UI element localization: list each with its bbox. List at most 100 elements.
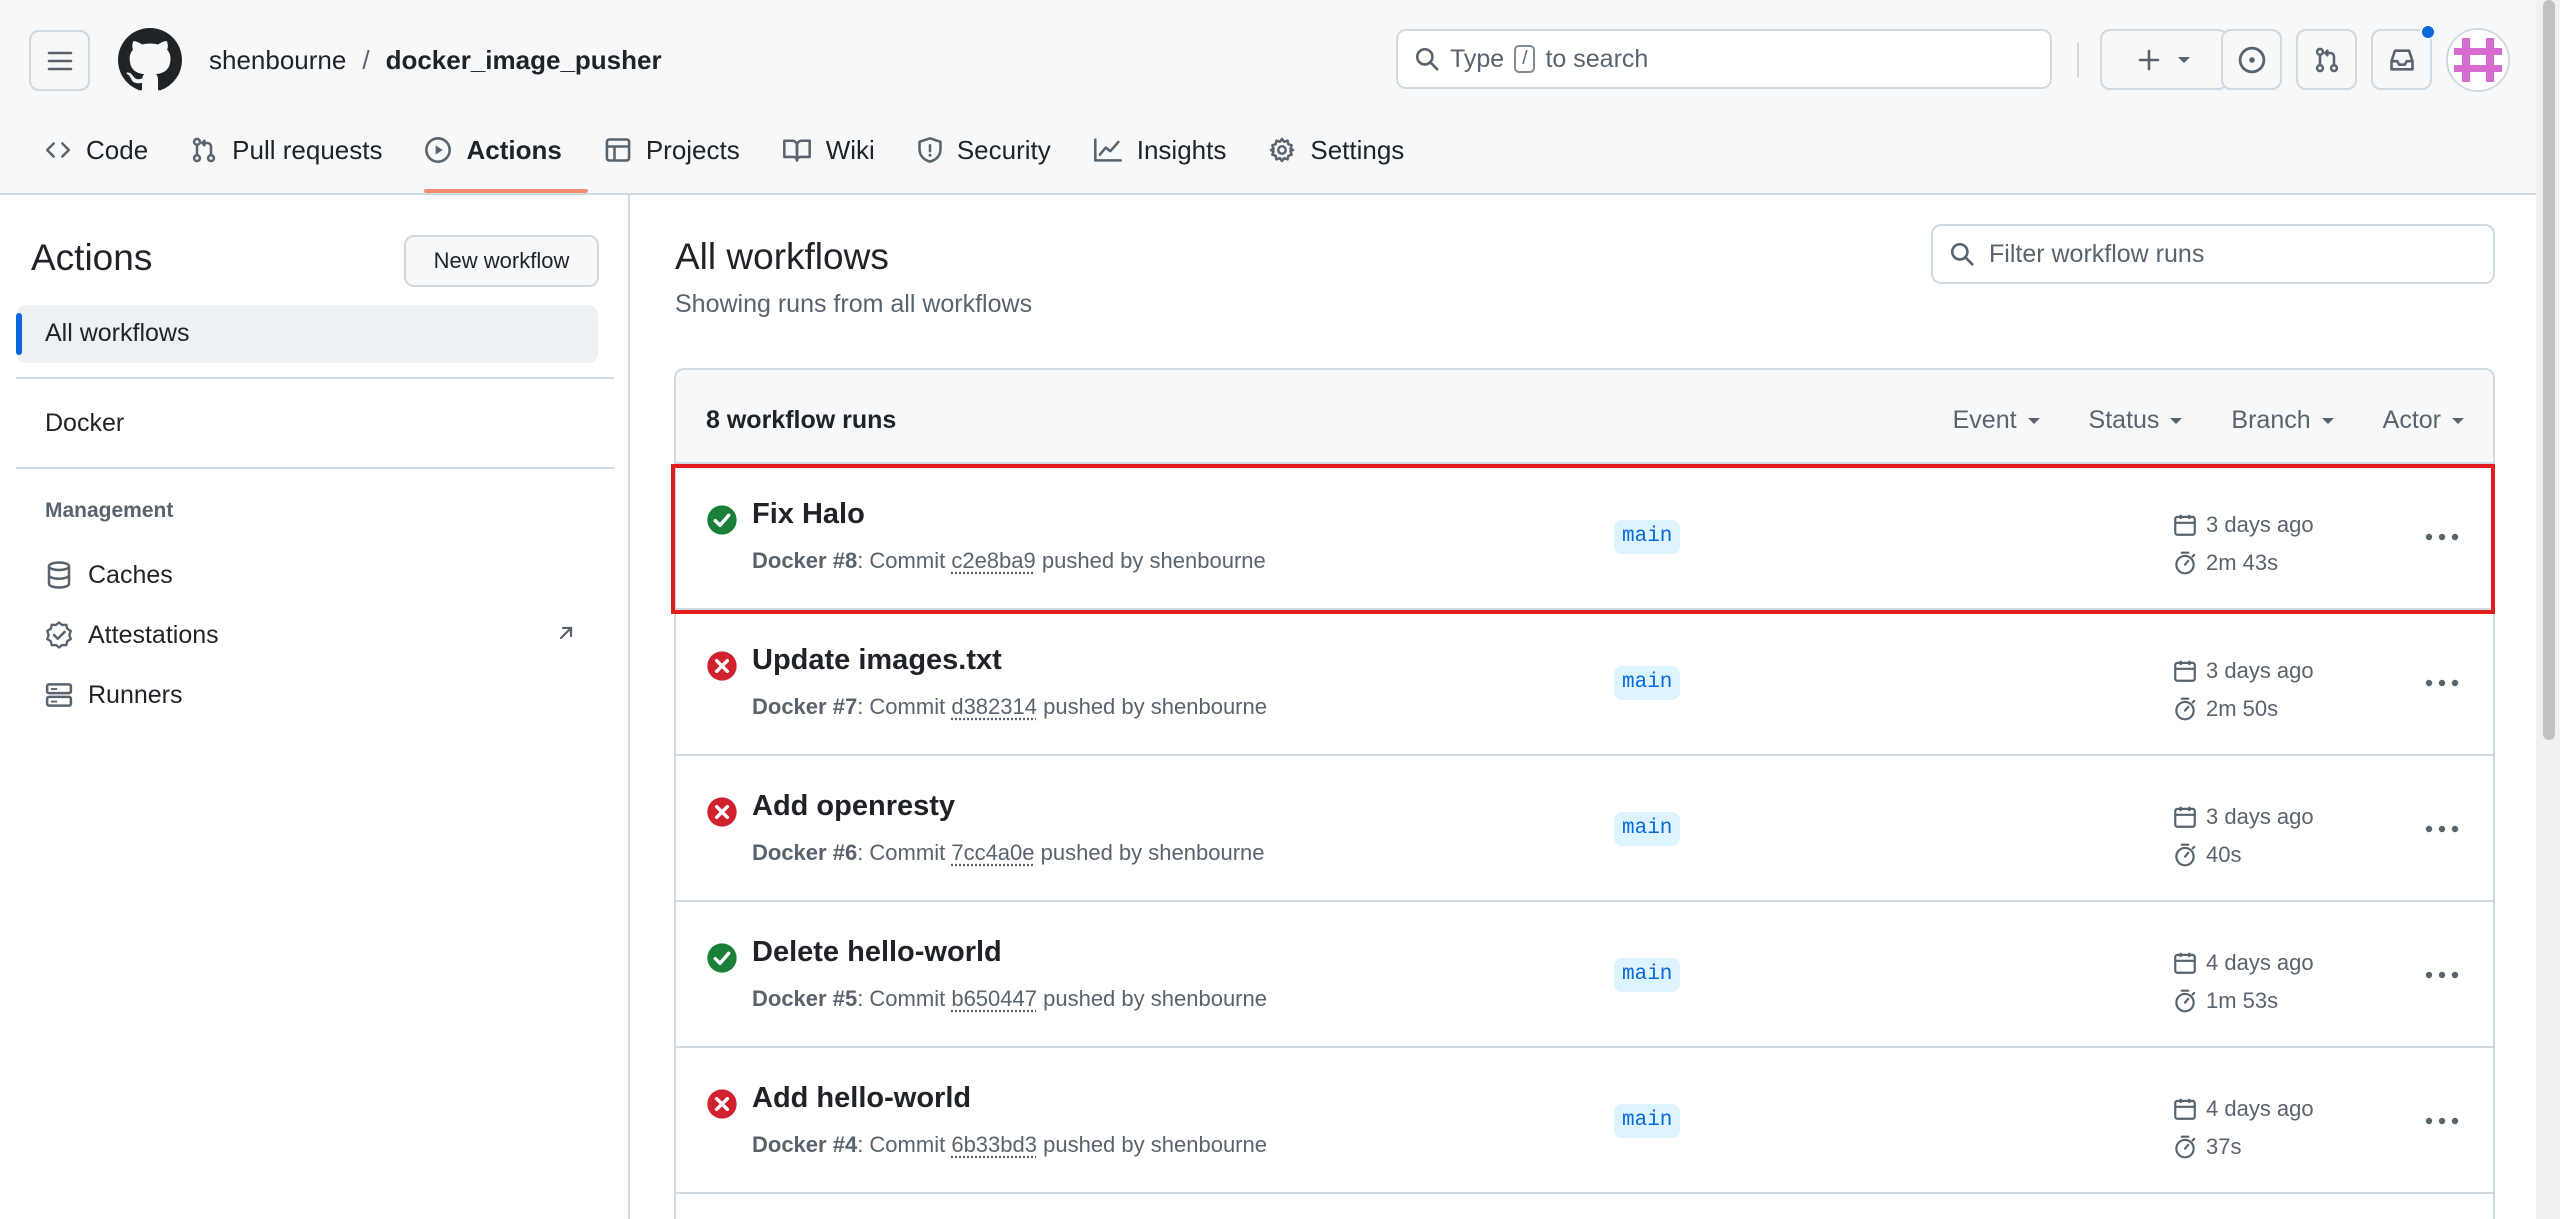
run-duration: 1m 53s bbox=[2172, 982, 2314, 1020]
sidebar-item-label: Attestations bbox=[88, 621, 219, 650]
search-icon bbox=[1949, 241, 1975, 267]
tab-pull-requests[interactable]: Pull requests bbox=[176, 126, 396, 174]
run-duration-text: 37s bbox=[2206, 1134, 2241, 1160]
run-duration-text: 40s bbox=[2206, 842, 2241, 868]
search-icon bbox=[1414, 46, 1440, 72]
pushed-by-text: pushed by bbox=[1043, 694, 1145, 719]
workflow-run-row[interactable]: Add openresty Docker #6: Commit 7cc4a0e … bbox=[676, 756, 2493, 902]
tab-wiki[interactable]: Wiki bbox=[768, 126, 889, 174]
runs-list-header: 8 workflow runs Event Status Branch Acto… bbox=[676, 370, 2493, 464]
branch-badge[interactable]: main bbox=[1614, 666, 1680, 700]
runs-count: 8 workflow runs bbox=[706, 406, 896, 435]
commit-sha-link[interactable]: 7cc4a0e bbox=[951, 840, 1034, 865]
workflow-run-row[interactable]: Update images.txt Docker #7: Commit d382… bbox=[676, 610, 2493, 756]
run-date: 4 days ago bbox=[2172, 1090, 2314, 1128]
triangle-down-icon bbox=[2177, 55, 2191, 65]
run-workflow-number: Docker #4 bbox=[752, 1132, 857, 1157]
server-icon bbox=[44, 680, 74, 710]
run-title-link[interactable]: Update images.txt bbox=[752, 644, 1002, 677]
tab-insights[interactable]: Insights bbox=[1079, 126, 1241, 174]
tab-label: Pull requests bbox=[232, 135, 382, 166]
run-duration: 40s bbox=[2172, 836, 2314, 874]
github-logo-icon[interactable] bbox=[118, 28, 182, 92]
commit-sha-link[interactable]: 6b33bd3 bbox=[951, 1132, 1037, 1157]
menu-button[interactable] bbox=[29, 30, 90, 91]
run-timing: 4 days ago 1m 53s bbox=[2172, 944, 2314, 1020]
create-new-button[interactable] bbox=[2100, 29, 2228, 90]
calendar-icon bbox=[2172, 1096, 2198, 1122]
tab-security[interactable]: Security bbox=[903, 126, 1065, 174]
run-meta-colon: : bbox=[857, 986, 869, 1011]
filter-workflow-runs-input[interactable]: Filter workflow runs bbox=[1931, 224, 2495, 284]
run-title-link[interactable]: Add openresty bbox=[752, 790, 955, 823]
run-ago: 4 days ago bbox=[2206, 1096, 2314, 1122]
database-icon bbox=[44, 560, 74, 590]
highlight-box bbox=[671, 464, 2495, 614]
issues-button[interactable] bbox=[2221, 29, 2282, 90]
header-divider bbox=[2077, 42, 2079, 78]
tab-label: Projects bbox=[646, 135, 740, 166]
run-meta: Docker #6: Commit 7cc4a0e pushed by shen… bbox=[752, 840, 1265, 866]
triangle-down-icon bbox=[2027, 416, 2041, 426]
pull-requests-button[interactable] bbox=[2296, 29, 2357, 90]
search-shortcut-key: / bbox=[1514, 45, 1535, 73]
sidebar-item-docker[interactable]: Docker bbox=[45, 409, 124, 438]
sidebar-item-attestations[interactable]: Attestations bbox=[44, 615, 219, 655]
branch-badge[interactable]: main bbox=[1614, 1104, 1680, 1138]
run-author: shenbourne bbox=[1148, 840, 1264, 865]
run-more-button[interactable] bbox=[2422, 1106, 2462, 1136]
tab-label: Insights bbox=[1137, 135, 1227, 166]
run-more-button[interactable] bbox=[2422, 960, 2462, 990]
filter-label: Status bbox=[2089, 406, 2160, 435]
run-title-link[interactable]: Add hello-world bbox=[752, 1082, 971, 1115]
run-more-button[interactable] bbox=[2422, 668, 2462, 698]
active-tab-underline bbox=[424, 189, 588, 193]
triangle-down-icon bbox=[2169, 416, 2183, 426]
tab-settings[interactable]: Settings bbox=[1254, 126, 1418, 174]
branch-badge[interactable]: main bbox=[1614, 812, 1680, 846]
workflow-run-row[interactable]: Add hello-world Docker #4: Commit 6b33bd… bbox=[676, 1048, 2493, 1194]
run-meta-colon: : bbox=[857, 694, 869, 719]
branch-badge[interactable]: main bbox=[1614, 958, 1680, 992]
run-workflow-number: Docker #5 bbox=[752, 986, 857, 1011]
actor-filter-dropdown[interactable]: Actor bbox=[2383, 406, 2465, 435]
event-filter-dropdown[interactable]: Event bbox=[1953, 406, 2041, 435]
new-workflow-button[interactable]: New workflow bbox=[404, 235, 599, 287]
run-meta-colon: : bbox=[857, 1132, 869, 1157]
commit-sha-link[interactable]: d382314 bbox=[951, 694, 1037, 719]
sidebar-item-runners[interactable]: Runners bbox=[44, 675, 183, 715]
repo-name-link[interactable]: docker_image_pusher bbox=[386, 40, 662, 80]
run-ago: 3 days ago bbox=[2206, 658, 2314, 684]
commit-word: Commit bbox=[869, 840, 945, 865]
run-title-link[interactable]: Delete hello-world bbox=[752, 936, 1002, 969]
run-date: 3 days ago bbox=[2172, 798, 2314, 836]
breadcrumb-separator: / bbox=[362, 40, 369, 80]
breadcrumb: shenbourne / docker_image_pusher bbox=[209, 40, 662, 80]
run-timing: 3 days ago 2m 50s bbox=[2172, 652, 2314, 728]
branch-filter-dropdown[interactable]: Branch bbox=[2231, 406, 2334, 435]
management-heading: Management bbox=[45, 499, 173, 523]
repo-owner-link[interactable]: shenbourne bbox=[209, 40, 346, 80]
scrollbar-thumb[interactable] bbox=[2543, 0, 2555, 740]
plus-icon bbox=[2137, 48, 2161, 72]
workflow-run-row[interactable]: Delete hello-world Docker #5: Commit b65… bbox=[676, 902, 2493, 1048]
tab-projects[interactable]: Projects bbox=[590, 126, 754, 174]
graph-icon bbox=[1093, 137, 1123, 163]
filter-placeholder: Filter workflow runs bbox=[1989, 240, 2204, 269]
search-input[interactable]: Type / to search bbox=[1396, 29, 2052, 89]
stopwatch-icon bbox=[2172, 1134, 2198, 1160]
run-more-button[interactable] bbox=[2422, 814, 2462, 844]
tab-actions[interactable]: Actions bbox=[410, 126, 575, 174]
calendar-icon bbox=[2172, 804, 2198, 830]
commit-word: Commit bbox=[869, 694, 945, 719]
sidebar-item-all-workflows[interactable]: All workflows bbox=[45, 319, 189, 348]
run-date: 4 days ago bbox=[2172, 944, 2314, 982]
tab-code[interactable]: Code bbox=[30, 126, 162, 174]
avatar[interactable] bbox=[2446, 28, 2510, 92]
run-duration-text: 1m 53s bbox=[2206, 988, 2278, 1014]
run-author: shenbourne bbox=[1151, 694, 1267, 719]
shield-icon bbox=[917, 136, 943, 164]
commit-sha-link[interactable]: b650447 bbox=[951, 986, 1037, 1011]
sidebar-item-caches[interactable]: Caches bbox=[44, 555, 173, 595]
status-filter-dropdown[interactable]: Status bbox=[2089, 406, 2184, 435]
